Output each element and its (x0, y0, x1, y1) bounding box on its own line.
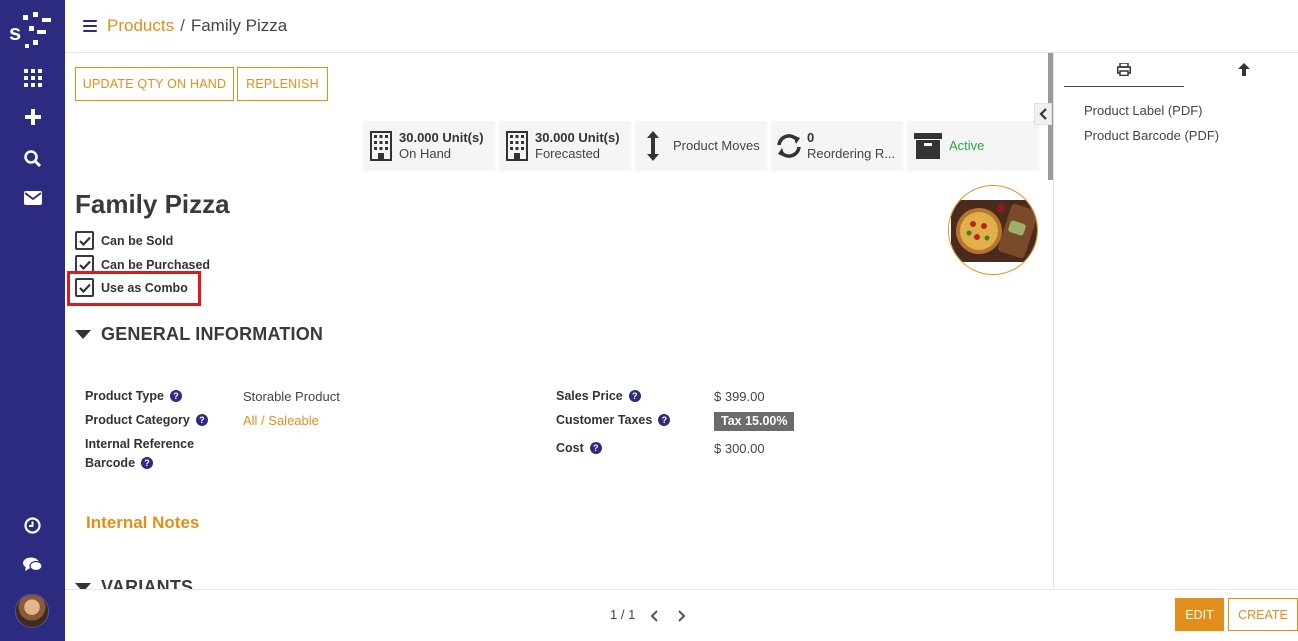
product-moves-label: Product Moves (673, 138, 760, 153)
general-info-section-header[interactable]: GENERAL INFORMATION (75, 324, 323, 345)
highlight-box (67, 271, 201, 306)
chevron-right-icon[interactable] (678, 609, 686, 627)
tab-print[interactable] (1064, 57, 1184, 87)
svg-text:s: s (9, 20, 21, 45)
on-hand-value: 30.000 (399, 130, 439, 145)
chevron-left-icon[interactable] (650, 609, 658, 627)
active-toggle-button[interactable]: Active (907, 121, 1039, 171)
on-hand-stat-button[interactable]: 30.000 Unit(s) On Hand (363, 121, 495, 171)
sales-price-label: Sales Price? (556, 389, 641, 403)
can-be-sold-checkbox[interactable]: Can be Sold (75, 231, 173, 250)
forecasted-label: Forecasted (535, 146, 601, 161)
form-sheet: UPDATE QTY ON HAND REPLENISH 30.000 Unit… (65, 53, 1050, 589)
breadcrumb-current: Family Pizza (190, 16, 288, 35)
cost-value[interactable]: $ 300.00 (714, 441, 765, 456)
breadcrumb-separator: / (180, 16, 185, 35)
user-avatar[interactable] (15, 594, 49, 628)
app-logo-icon[interactable]: s (9, 10, 57, 52)
up-down-arrow-icon (635, 130, 671, 162)
barcode-label: Barcode? (85, 456, 154, 470)
customer-taxes-label: Customer Taxes? (556, 413, 671, 427)
product-type-value[interactable]: Storable Product (243, 389, 340, 404)
reordering-label: Reordering R... (807, 146, 896, 161)
cost-label: Cost? (556, 441, 602, 455)
forecasted-unit: Unit(s) (578, 130, 620, 145)
help-icon[interactable]: ? (141, 457, 154, 469)
menu-toggle-icon[interactable] (83, 20, 97, 32)
variants-section-header[interactable]: VARIANTS (75, 577, 193, 589)
arrow-up-icon (1238, 63, 1250, 81)
search-icon[interactable] (0, 143, 65, 173)
product-barcode-pdf-link[interactable]: Product Barcode (PDF) (1084, 128, 1219, 143)
pager-value: 1 / 1 (610, 607, 636, 622)
product-category-link[interactable]: All / Saleable (243, 413, 319, 428)
mail-icon[interactable] (0, 183, 65, 213)
tab-upload[interactable] (1184, 57, 1298, 87)
checkbox-label: Can be Purchased (101, 257, 211, 272)
product-moves-stat-button[interactable]: Product Moves (635, 121, 767, 171)
print-icon (1117, 61, 1131, 81)
replenish-button[interactable]: REPLENISH (237, 67, 328, 101)
plus-icon[interactable] (0, 102, 65, 132)
reordering-value: 0 (807, 130, 815, 145)
forecasted-stat-button[interactable]: 30.000 Unit(s) Forecasted (499, 121, 631, 171)
side-panel: Product Label (PDF) Product Barcode (PDF… (1054, 53, 1298, 589)
active-label: Active (949, 138, 985, 153)
app-root: s Products / Family Pizza UPDATE QTY ON … (0, 0, 1298, 641)
help-icon[interactable]: ? (589, 442, 602, 454)
tax-tag[interactable]: Tax 15.00% (714, 412, 795, 431)
clock-icon[interactable] (0, 510, 65, 540)
refresh-icon (771, 133, 807, 159)
archive-box-icon (907, 133, 949, 159)
building-icon (499, 131, 535, 161)
footer-bar: 1 / 1 EDIT CREATE (65, 589, 1298, 641)
side-panel-tabs (1064, 57, 1298, 87)
checkbox-label: Can be Sold (101, 233, 174, 248)
product-type-label: Product Type? (85, 389, 182, 403)
internal-reference-label: Internal Reference (85, 437, 195, 451)
help-icon[interactable]: ? (628, 390, 641, 402)
help-icon[interactable]: ? (658, 414, 671, 426)
building-icon (363, 131, 399, 161)
breadcrumb: Products / Family Pizza (107, 16, 287, 36)
breadcrumb-products-link[interactable]: Products (107, 16, 174, 35)
variants-title: VARIANTS (101, 577, 194, 589)
product-image[interactable] (948, 185, 1038, 275)
sales-price-value[interactable]: $ 399.00 (714, 389, 765, 404)
caret-down-icon (75, 330, 91, 339)
internal-notes-heading: Internal Notes (86, 513, 200, 532)
on-hand-label: On Hand (399, 146, 452, 161)
checkmark-icon[interactable] (75, 231, 94, 250)
create-button[interactable]: CREATE (1228, 598, 1298, 631)
help-icon[interactable]: ? (169, 390, 182, 402)
edit-button[interactable]: EDIT (1175, 598, 1224, 631)
left-sidebar: s (0, 0, 65, 641)
apps-grid-icon[interactable] (0, 63, 65, 93)
collapse-panel-chevron-icon[interactable] (1034, 103, 1052, 125)
general-info-title: GENERAL INFORMATION (101, 324, 324, 344)
product-label-pdf-link[interactable]: Product Label (PDF) (1084, 103, 1203, 118)
update-qty-button[interactable]: UPDATE QTY ON HAND (75, 67, 234, 101)
product-name: Family Pizza (75, 189, 230, 219)
top-bar: Products / Family Pizza (65, 0, 1298, 53)
reordering-stat-button[interactable]: 0 Reordering R... (771, 121, 903, 171)
product-category-label: Product Category? (85, 413, 208, 427)
on-hand-unit: Unit(s) (442, 130, 484, 145)
forecasted-value: 30.000 (535, 130, 575, 145)
chat-icon[interactable] (0, 550, 65, 580)
help-icon[interactable]: ? (195, 414, 208, 426)
